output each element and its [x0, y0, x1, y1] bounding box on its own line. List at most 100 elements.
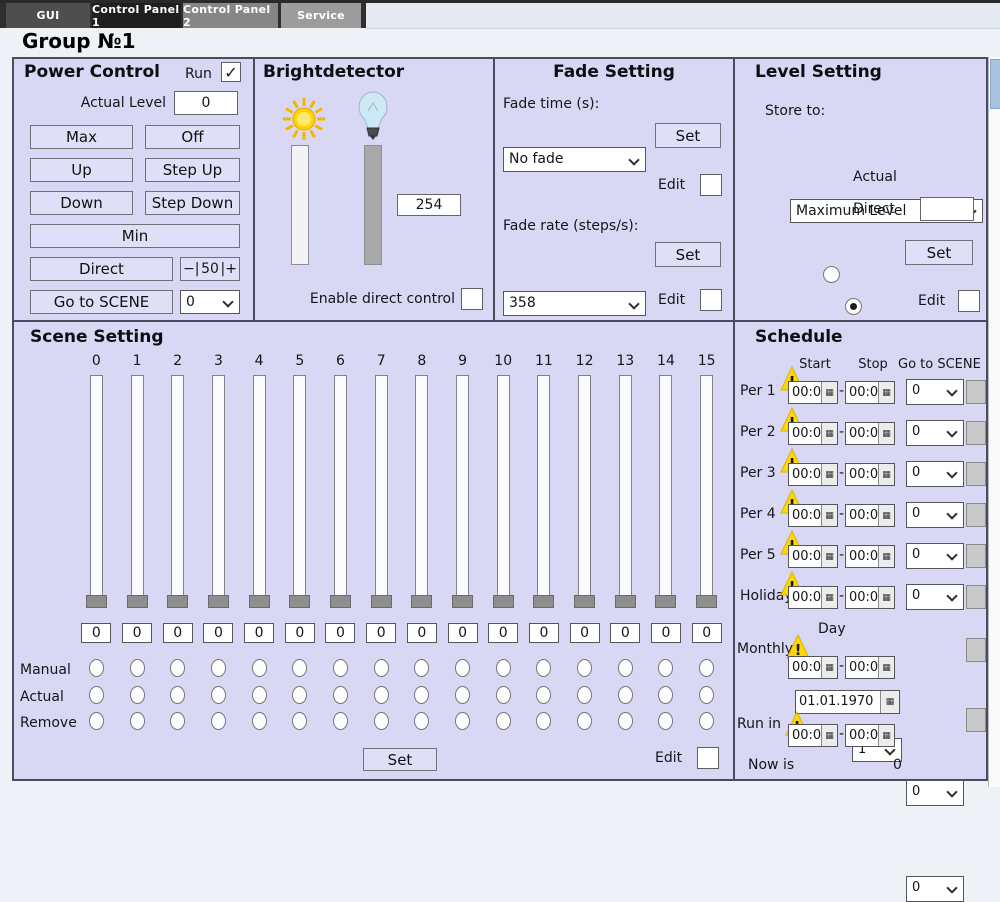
- up-button[interactable]: Up: [30, 158, 133, 182]
- manual-radio[interactable]: [414, 659, 430, 677]
- calendar-icon[interactable]: ▦: [878, 464, 894, 485]
- scene-slider-thumb[interactable]: [452, 595, 474, 608]
- scene-slider-track[interactable]: [618, 375, 632, 602]
- calendar-icon[interactable]: ▦: [821, 382, 837, 403]
- scene-slider-thumb[interactable]: [411, 595, 433, 608]
- schedule-start-time-picker[interactable]: 00:0 ▦: [788, 463, 838, 486]
- scene-slider-track[interactable]: [700, 375, 714, 602]
- actual-radio[interactable]: [495, 686, 511, 704]
- remove-radio[interactable]: [699, 712, 715, 730]
- scene-set-button[interactable]: Set: [363, 748, 437, 771]
- manual-radio[interactable]: [577, 659, 593, 677]
- scene-edit-checkbox[interactable]: [697, 747, 719, 769]
- scene-value-field[interactable]: 0: [122, 623, 153, 643]
- actual-radio[interactable]: [292, 686, 308, 704]
- scrollbar-thumb[interactable]: [990, 59, 1000, 109]
- scene-value-field[interactable]: 0: [569, 623, 600, 643]
- remove-radio[interactable]: [577, 712, 593, 730]
- fade-rate-set-button[interactable]: Set: [655, 242, 721, 267]
- store-direct-field[interactable]: [920, 197, 974, 221]
- calendar-icon[interactable]: ▦: [821, 546, 837, 567]
- fade-rate-select[interactable]: 358: [503, 291, 646, 316]
- run-in-scene-select[interactable]: 0: [906, 876, 964, 902]
- scene-value-field[interactable]: 0: [325, 623, 356, 643]
- scene-slider-thumb[interactable]: [696, 595, 718, 608]
- actual-level-field[interactable]: 0: [174, 91, 238, 115]
- remove-radio[interactable]: [373, 712, 389, 730]
- scene-slider-thumb[interactable]: [574, 595, 596, 608]
- manual-radio[interactable]: [373, 659, 389, 677]
- scene-slider-thumb[interactable]: [614, 595, 636, 608]
- fade-time-edit-checkbox[interactable]: [700, 174, 722, 196]
- calendar-icon[interactable]: ▦: [878, 657, 894, 678]
- manual-radio[interactable]: [88, 659, 104, 677]
- detector-level-field[interactable]: 254: [397, 194, 461, 216]
- scene-value-field[interactable]: 0: [528, 623, 559, 643]
- scene-slider-thumb[interactable]: [655, 595, 677, 608]
- store-direct-radio[interactable]: [845, 298, 863, 315]
- level-set-button[interactable]: Set: [905, 240, 973, 265]
- scene-slider-track[interactable]: [211, 375, 225, 602]
- schedule-stop-time-picker[interactable]: 00:0 ▦: [845, 545, 895, 568]
- calendar-icon[interactable]: ▦: [821, 657, 837, 678]
- step-down-button[interactable]: Step Down: [145, 191, 240, 215]
- step-up-button[interactable]: Step Up: [145, 158, 240, 182]
- schedule-start-time-picker[interactable]: 00:0 ▦: [788, 381, 838, 404]
- scene-slider-track[interactable]: [171, 375, 185, 602]
- scene-value-field[interactable]: 0: [650, 623, 681, 643]
- down-button[interactable]: Down: [30, 191, 133, 215]
- schedule-start-time-picker[interactable]: 00:0 ▦: [788, 422, 838, 445]
- power-scene-select[interactable]: 0: [180, 290, 240, 314]
- remove-radio[interactable]: [455, 712, 471, 730]
- calendar-icon[interactable]: ▦: [821, 587, 837, 608]
- calendar-icon[interactable]: ▦: [878, 587, 894, 608]
- calendar-icon[interactable]: ▦: [880, 691, 899, 713]
- tab-service[interactable]: Service: [281, 3, 361, 28]
- direct-level-spinner[interactable]: −| 50 |+: [180, 257, 240, 281]
- schedule-start-time-picker[interactable]: 00:0 ▦: [788, 504, 838, 527]
- run-in-start-time-picker[interactable]: 00:0 ▦: [788, 724, 838, 747]
- scene-value-field[interactable]: 0: [203, 623, 234, 643]
- manual-radio[interactable]: [170, 659, 186, 677]
- remove-radio[interactable]: [129, 712, 145, 730]
- min-button[interactable]: Min: [30, 224, 240, 248]
- calendar-icon[interactable]: ▦: [878, 546, 894, 567]
- spinner-minus-icon[interactable]: −|: [183, 261, 199, 277]
- schedule-scene-select[interactable]: 0: [906, 379, 964, 405]
- schedule-stop-time-picker[interactable]: 00:0 ▦: [845, 586, 895, 609]
- scene-slider-thumb[interactable]: [167, 595, 189, 608]
- go-to-scene-button[interactable]: Go to SCENE: [30, 290, 173, 314]
- remove-radio[interactable]: [251, 712, 267, 730]
- schedule-start-time-picker[interactable]: 00:0 ▦: [788, 545, 838, 568]
- off-button[interactable]: Off: [145, 125, 240, 149]
- monthly-scene-select[interactable]: 0: [906, 780, 964, 806]
- actual-radio[interactable]: [332, 686, 348, 704]
- run-in-stop-time-picker[interactable]: 00:0 ▦: [845, 724, 895, 747]
- calendar-icon[interactable]: ▦: [878, 423, 894, 444]
- schedule-stop-time-picker[interactable]: 00:0 ▦: [845, 463, 895, 486]
- run-in-date-picker[interactable]: 01.01.1970 ▦: [795, 690, 900, 714]
- remove-radio[interactable]: [170, 712, 186, 730]
- calendar-icon[interactable]: ▦: [821, 725, 837, 746]
- calendar-icon[interactable]: ▦: [821, 505, 837, 526]
- manual-radio[interactable]: [536, 659, 552, 677]
- schedule-stop-time-picker[interactable]: 00:0 ▦: [845, 504, 895, 527]
- scene-slider-thumb[interactable]: [126, 595, 148, 608]
- store-actual-radio[interactable]: [823, 266, 840, 283]
- tab-control-panel-1[interactable]: Control Panel 1: [92, 3, 181, 29]
- schedule-stop-time-picker[interactable]: 00:0 ▦: [845, 381, 895, 404]
- remove-radio[interactable]: [210, 712, 226, 730]
- scene-slider-track[interactable]: [252, 375, 266, 602]
- remove-radio[interactable]: [414, 712, 430, 730]
- vertical-scrollbar[interactable]: [988, 57, 1000, 787]
- schedule-apply-button[interactable]: [966, 544, 986, 568]
- fade-time-select[interactable]: No fade: [503, 147, 646, 172]
- tab-control-panel-2[interactable]: Control Panel 2: [183, 3, 278, 29]
- schedule-scene-select[interactable]: 0: [906, 584, 964, 610]
- remove-radio[interactable]: [617, 712, 633, 730]
- scene-slider-thumb[interactable]: [329, 595, 351, 608]
- tab-gui[interactable]: GUI: [6, 3, 90, 28]
- scene-slider-track[interactable]: [578, 375, 592, 602]
- scene-slider-track[interactable]: [659, 375, 673, 602]
- scene-slider-track[interactable]: [415, 375, 429, 602]
